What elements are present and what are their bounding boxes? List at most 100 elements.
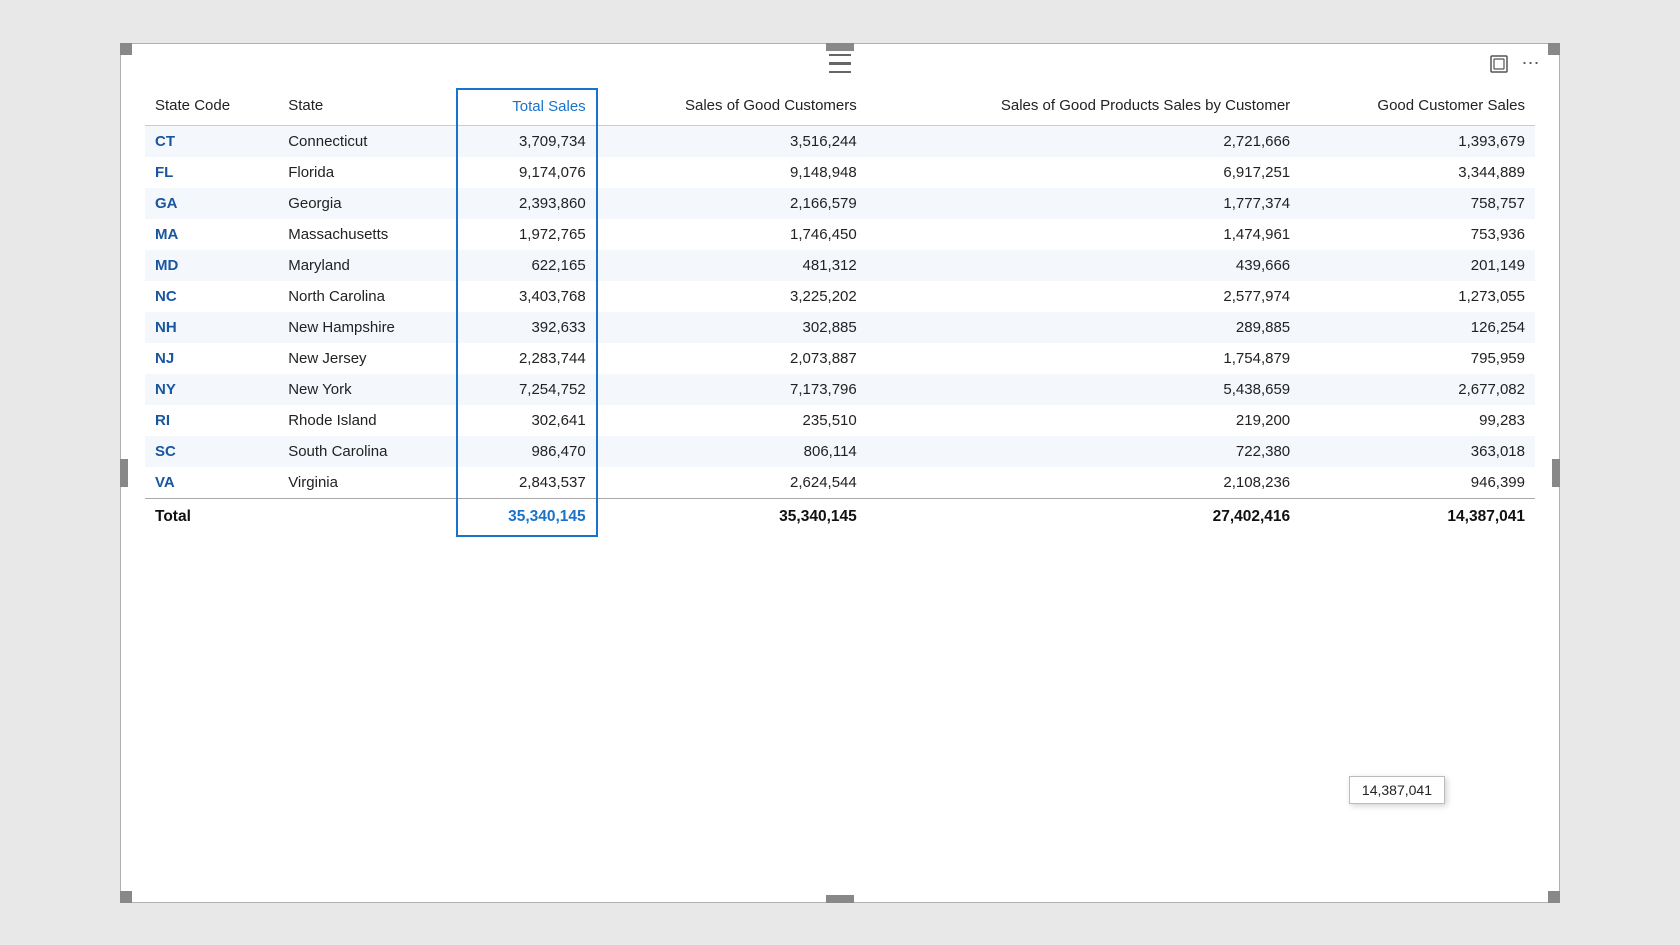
- tooltip-value: 14,387,041: [1349, 776, 1445, 804]
- cell-total-sales: 1,972,765: [457, 219, 597, 250]
- cell-state-code: RI: [145, 405, 278, 436]
- cell-state: Massachusetts: [278, 219, 457, 250]
- toolbar: ⋯: [121, 44, 1559, 84]
- cell-good-customer-sales: 946,399: [1300, 467, 1535, 499]
- cell-sales-good-customers: 3,516,244: [597, 125, 867, 157]
- cell-total-sales: 2,283,744: [457, 343, 597, 374]
- col-header-sales-good-customers[interactable]: Sales of Good Customers: [597, 89, 867, 126]
- cell-total-sales: 392,633: [457, 312, 597, 343]
- cell-sales-good-products: 2,108,236: [867, 467, 1300, 499]
- table-row: GAGeorgia2,393,8602,166,5791,777,374758,…: [145, 188, 1535, 219]
- cell-sales-good-customers: 806,114: [597, 436, 867, 467]
- cell-sales-good-products: 2,721,666: [867, 125, 1300, 157]
- cell-state-code: CT: [145, 125, 278, 157]
- cell-total-sales: 622,165: [457, 250, 597, 281]
- cell-sales-good-products: 5,438,659: [867, 374, 1300, 405]
- table-row: NYNew York7,254,7527,173,7965,438,6592,6…: [145, 374, 1535, 405]
- toolbar-right: ⋯: [1487, 52, 1543, 76]
- resize-handle-br[interactable]: [1548, 891, 1560, 903]
- resize-handle-bottom[interactable]: [826, 895, 854, 903]
- cell-state: Georgia: [278, 188, 457, 219]
- cell-good-customer-sales: 126,254: [1300, 312, 1535, 343]
- cell-sales-good-customers: 2,624,544: [597, 467, 867, 499]
- cell-state: South Carolina: [278, 436, 457, 467]
- cell-sales-good-products: 219,200: [867, 405, 1300, 436]
- tooltip: 14,387,041: [1349, 776, 1445, 804]
- table-row: NHNew Hampshire392,633302,885289,885126,…: [145, 312, 1535, 343]
- cell-total-sales: 302,641: [457, 405, 597, 436]
- cell-good-customer-sales: 2,677,082: [1300, 374, 1535, 405]
- main-panel: ⋯ State Code State Total Sales Sales of …: [120, 43, 1560, 903]
- table-row: RIRhode Island302,641235,510219,20099,28…: [145, 405, 1535, 436]
- more-options-icon[interactable]: ⋯: [1519, 52, 1543, 76]
- cell-good-customer-sales: 3,344,889: [1300, 157, 1535, 188]
- hamburger-menu-button[interactable]: [829, 51, 851, 77]
- cell-sales-good-customers: 3,225,202: [597, 281, 867, 312]
- cell-good-customer-sales: 201,149: [1300, 250, 1535, 281]
- cell-good-customer-sales: 1,393,679: [1300, 125, 1535, 157]
- cell-state: Connecticut: [278, 125, 457, 157]
- cell-total-sales: 2,843,537: [457, 467, 597, 499]
- cell-sales-good-products: 289,885: [867, 312, 1300, 343]
- cell-total-sales: 2,393,860: [457, 188, 597, 219]
- cell-state-code: NC: [145, 281, 278, 312]
- total-total-sales: 35,340,145: [457, 498, 597, 536]
- col-header-state-code[interactable]: State Code: [145, 89, 278, 126]
- cell-state: New Jersey: [278, 343, 457, 374]
- resize-handle-bl[interactable]: [120, 891, 132, 903]
- cell-sales-good-customers: 235,510: [597, 405, 867, 436]
- cell-good-customer-sales: 753,936: [1300, 219, 1535, 250]
- table-row: NCNorth Carolina3,403,7683,225,2022,577,…: [145, 281, 1535, 312]
- cell-sales-good-customers: 1,746,450: [597, 219, 867, 250]
- cell-sales-good-customers: 481,312: [597, 250, 867, 281]
- cell-total-sales: 3,403,768: [457, 281, 597, 312]
- cell-sales-good-products: 6,917,251: [867, 157, 1300, 188]
- resize-handle-right[interactable]: [1552, 459, 1560, 487]
- sales-table: State Code State Total Sales Sales of Go…: [145, 88, 1535, 537]
- cell-sales-good-products: 1,777,374: [867, 188, 1300, 219]
- cell-state-code: NJ: [145, 343, 278, 374]
- cell-good-customer-sales: 758,757: [1300, 188, 1535, 219]
- cell-state: Virginia: [278, 467, 457, 499]
- total-good-customer-sales: 14,387,041: [1300, 498, 1535, 536]
- cell-state: New Hampshire: [278, 312, 457, 343]
- cell-sales-good-customers: 2,166,579: [597, 188, 867, 219]
- cell-sales-good-products: 722,380: [867, 436, 1300, 467]
- cell-good-customer-sales: 795,959: [1300, 343, 1535, 374]
- col-header-good-customer-sales[interactable]: Good Customer Sales: [1300, 89, 1535, 126]
- total-sales-good-products: 27,402,416: [867, 498, 1300, 536]
- resize-handle-left[interactable]: [120, 459, 128, 487]
- total-label: Total: [145, 498, 457, 536]
- cell-state: New York: [278, 374, 457, 405]
- cell-sales-good-customers: 2,073,887: [597, 343, 867, 374]
- cell-sales-good-products: 2,577,974: [867, 281, 1300, 312]
- cell-state: Rhode Island: [278, 405, 457, 436]
- cell-sales-good-customers: 7,173,796: [597, 374, 867, 405]
- table-row: FLFlorida9,174,0769,148,9486,917,2513,34…: [145, 157, 1535, 188]
- expand-icon[interactable]: [1487, 52, 1511, 76]
- col-header-state[interactable]: State: [278, 89, 457, 126]
- cell-state-code: GA: [145, 188, 278, 219]
- cell-state: Maryland: [278, 250, 457, 281]
- cell-state-code: VA: [145, 467, 278, 499]
- toolbar-center: [829, 51, 851, 77]
- cell-state-code: SC: [145, 436, 278, 467]
- total-sales-good-customers: 35,340,145: [597, 498, 867, 536]
- col-header-total-sales[interactable]: Total Sales: [457, 89, 597, 126]
- cell-state: North Carolina: [278, 281, 457, 312]
- table-row: VAVirginia2,843,5372,624,5442,108,236946…: [145, 467, 1535, 499]
- table-header-row: State Code State Total Sales Sales of Go…: [145, 89, 1535, 126]
- cell-good-customer-sales: 363,018: [1300, 436, 1535, 467]
- cell-sales-good-products: 1,754,879: [867, 343, 1300, 374]
- table-row: NJNew Jersey2,283,7442,073,8871,754,8797…: [145, 343, 1535, 374]
- cell-total-sales: 986,470: [457, 436, 597, 467]
- cell-state: Florida: [278, 157, 457, 188]
- cell-total-sales: 9,174,076: [457, 157, 597, 188]
- cell-sales-good-customers: 302,885: [597, 312, 867, 343]
- cell-total-sales: 7,254,752: [457, 374, 597, 405]
- cell-state-code: FL: [145, 157, 278, 188]
- cell-good-customer-sales: 99,283: [1300, 405, 1535, 436]
- col-header-sales-good-products[interactable]: Sales of Good Products Sales by Customer: [867, 89, 1300, 126]
- table-total-row: Total 35,340,145 35,340,145 27,402,416 1…: [145, 498, 1535, 536]
- cell-state-code: MA: [145, 219, 278, 250]
